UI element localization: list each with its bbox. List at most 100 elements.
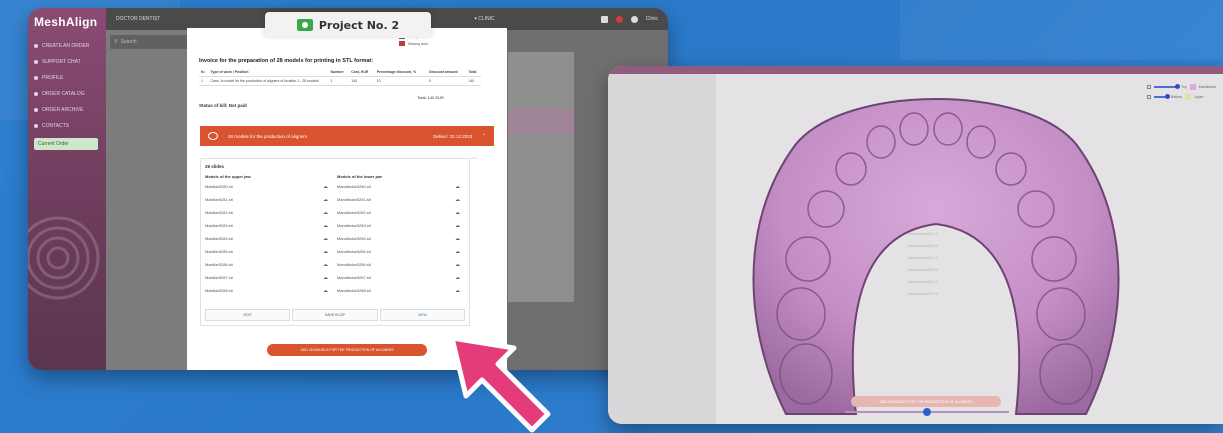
file-item[interactable]: Maxillar5284.stl <box>205 236 233 241</box>
file-item[interactable]: Mandibular5283.stl <box>337 223 371 228</box>
invoice-total: Total: 140 EUR <box>417 95 444 100</box>
calendar-icon[interactable] <box>600 15 608 23</box>
column-header: Total <box>466 68 481 77</box>
project-icon <box>296 19 313 31</box>
download-icon[interactable]: ☁ <box>323 275 328 281</box>
right-panel-band <box>508 108 574 134</box>
search-input[interactable]: ⚲ Search <box>110 35 196 49</box>
download-icon[interactable]: ☁ <box>455 184 460 190</box>
upper-jaw-header: Models of the upper jaw <box>205 174 251 179</box>
table-cell: 1 <box>328 76 350 86</box>
swirl-decoration <box>28 216 100 300</box>
sidebar-item-create-order[interactable]: CREATE AN ORDER <box>28 38 106 54</box>
column-header: Discount amount <box>427 68 467 77</box>
more-icon[interactable]: ⋯ <box>471 155 477 162</box>
download-icon[interactable]: ☁ <box>323 288 328 294</box>
file-item[interactable]: Maxillar5287.stl <box>205 275 233 280</box>
download-icon[interactable]: ☁ <box>455 223 460 229</box>
sidebar-item-order-catalog[interactable]: ORDER CATALOG <box>28 86 106 102</box>
sidebar-item-profile[interactable]: PROFILE <box>28 70 106 86</box>
user-name: DOCTOR DENTIST <box>116 16 161 22</box>
download-icon[interactable]: ☁ <box>455 288 460 294</box>
download-icon[interactable]: ☁ <box>455 262 460 268</box>
download-icon[interactable]: ☁ <box>323 197 328 203</box>
edit-button[interactable]: EDIT <box>205 309 291 321</box>
download-icon[interactable]: ☁ <box>323 184 328 190</box>
file-item[interactable]: Mandibular5286.stl <box>337 262 371 267</box>
sidebar-item-contacts[interactable]: CONTACTS <box>28 118 106 134</box>
sidebar-item-label: CONTACTS <box>42 123 70 129</box>
project-tab[interactable]: Project No. 2 <box>265 12 431 38</box>
download-icon[interactable]: ☁ <box>455 236 460 242</box>
checkbox[interactable] <box>1147 95 1151 99</box>
order-models-button[interactable]: ADD 28 MODELS FOR THE PRODUCTION OF ALIG… <box>267 344 427 356</box>
notification-icon[interactable] <box>615 15 623 23</box>
control-label: Top <box>1181 85 1187 89</box>
viewer-progress-track[interactable] <box>845 408 1009 416</box>
download-icon[interactable]: ☁ <box>323 210 328 216</box>
download-icon[interactable]: ☁ <box>455 210 460 216</box>
opacity-slider[interactable] <box>1154 94 1170 99</box>
app-sidebar: MeshAlign CREATE AN ORDER SUPPORT CHAT P… <box>28 8 106 370</box>
table-cell: Case, to model for the production of ali… <box>208 76 329 86</box>
file-item[interactable]: Maxillar5285.stl <box>205 249 233 254</box>
sidebar-item-label: ORDER CATALOG <box>42 91 85 97</box>
opacity-slider[interactable] <box>1154 84 1180 89</box>
table-cell: 140 <box>349 76 375 86</box>
contacts-icon <box>34 124 38 128</box>
file-item[interactable]: Maxillar5288.stl <box>205 288 233 293</box>
file-item[interactable]: Maxillar5283.stl <box>205 223 233 228</box>
file-item[interactable]: Mandibular5280.stl <box>337 184 371 189</box>
invoice-table: № Type of work / Position Number Cost, E… <box>199 68 481 86</box>
topbar-actions: Clinic <box>600 15 658 23</box>
files-actions: EDIT SAVE IN ZIP VIEW <box>205 309 465 321</box>
checkbox[interactable] <box>1147 85 1151 89</box>
sidebar-item-label: SUPPORT CHAT <box>42 59 81 65</box>
file-item[interactable]: Mandibular5284.stl <box>337 236 371 241</box>
sidebar-item-support-chat[interactable]: SUPPORT CHAT <box>28 54 106 70</box>
view-button[interactable]: VIEW <box>379 309 465 321</box>
viewer-header: Viewer <box>608 66 1223 80</box>
view-control-row: Top Mandibular <box>1147 84 1223 90</box>
jaw-model-3d[interactable] <box>726 74 1146 424</box>
pointer-arrow-icon <box>449 335 551 433</box>
sidebar-item-label: PROFILE <box>42 75 64 81</box>
current-order-pill[interactable]: Current Order <box>34 138 98 150</box>
order-date: Deliver: 22.12.2023 <box>433 133 473 139</box>
legend-swatch <box>399 41 405 46</box>
download-icon[interactable]: ☁ <box>323 249 328 255</box>
save-zip-button[interactable]: SAVE IN ZIP <box>292 309 378 321</box>
control-label: Mandibular <box>1198 85 1216 89</box>
file-item[interactable]: Maxillar5280.stl <box>205 184 233 189</box>
file-item[interactable]: Mandibular5288.stl <box>337 288 371 293</box>
file-item[interactable]: Maxillar5286.stl <box>205 262 233 267</box>
invoice-document: Paid position Missing work Invoice for t… <box>187 28 507 370</box>
chevron-up-icon[interactable]: ⌃ <box>482 133 486 139</box>
file-item[interactable]: Mandibular5287.stl <box>337 275 371 280</box>
viewer-controls: Top Mandibular Bottom Upper <box>1147 84 1223 110</box>
viewer-progress-knob[interactable] <box>923 408 931 416</box>
download-icon[interactable]: ☁ <box>323 262 328 268</box>
order-bar[interactable]: 28 models for the production of aligners… <box>200 126 494 146</box>
viewer-order-button[interactable]: ADD 28 MODELS FOR THE PRODUCTION OF ALIG… <box>851 396 1001 407</box>
table-cell: 10 <box>374 76 428 86</box>
table-cell: 1 <box>199 76 209 86</box>
account-label[interactable]: Clinic <box>646 16 658 22</box>
sidebar-item-order-archive[interactable]: ORDER ARCHIVE <box>28 102 106 118</box>
file-item[interactable]: Maxillar5282.stl <box>205 210 233 215</box>
settings-icon[interactable] <box>630 15 638 23</box>
file-item[interactable]: Mandibular5281.stl <box>337 197 371 202</box>
color-swatch[interactable] <box>1185 94 1192 100</box>
color-swatch[interactable] <box>1189 84 1196 90</box>
clinic-selector[interactable]: ▾ CLINIC <box>474 16 494 22</box>
file-item[interactable]: Mandibular5282.stl <box>337 210 371 215</box>
download-icon[interactable]: ☁ <box>455 275 460 281</box>
download-icon[interactable]: ☁ <box>455 197 460 203</box>
file-item[interactable]: Mandibular5285.stl <box>337 249 371 254</box>
download-icon[interactable]: ☁ <box>323 236 328 242</box>
sidebar-item-label: ORDER ARCHIVE <box>42 107 84 113</box>
sidebar-item-label: CREATE AN ORDER <box>42 43 90 49</box>
download-icon[interactable]: ☁ <box>323 223 328 229</box>
file-item[interactable]: Maxillar5281.stl <box>205 197 233 202</box>
download-icon[interactable]: ☁ <box>455 249 460 255</box>
